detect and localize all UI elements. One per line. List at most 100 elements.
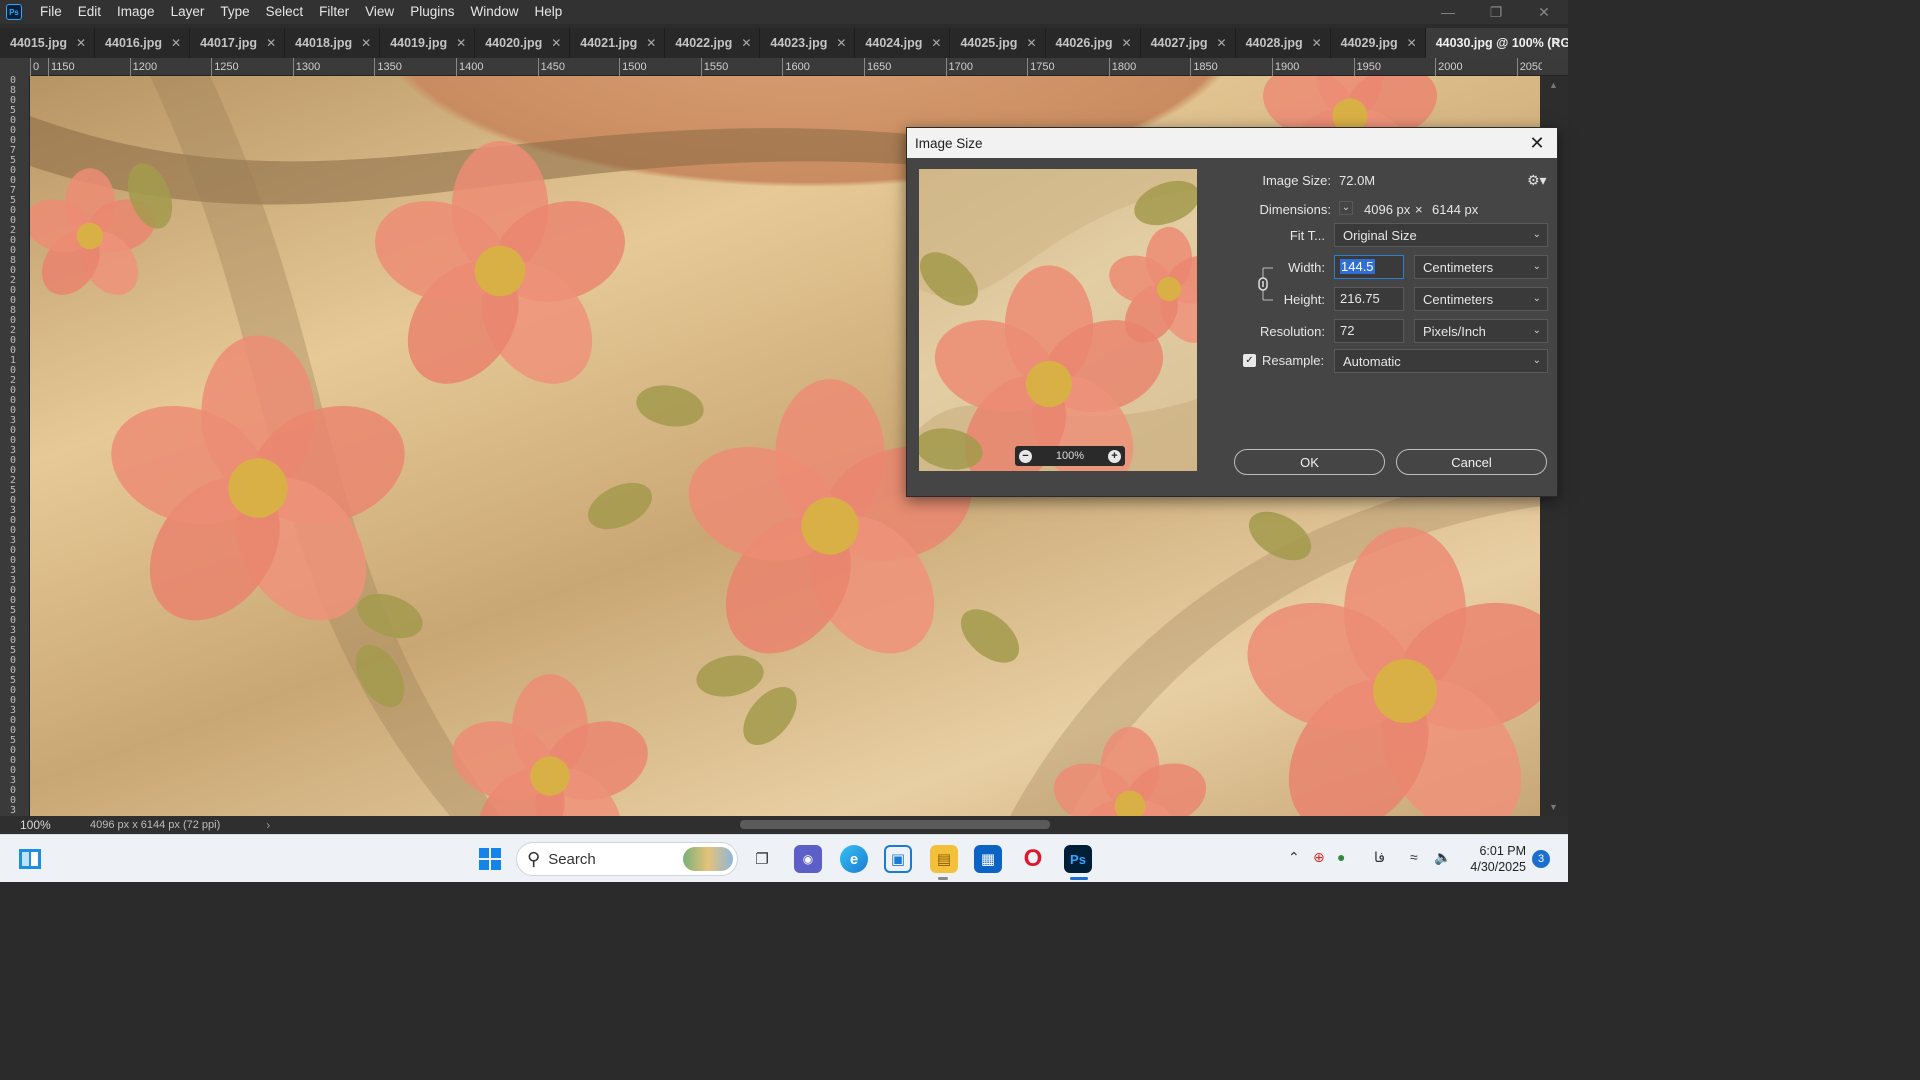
tab-close-icon[interactable]: ✕ [1026, 36, 1036, 50]
wifi-icon[interactable]: ≈ [1410, 849, 1418, 865]
document-tab[interactable]: 44018.jpg ✕ [285, 28, 381, 58]
document-tab[interactable]: 44022.jpg ✕ [665, 28, 761, 58]
fit-to-select[interactable]: Original Size ⌄ [1334, 223, 1548, 247]
scroll-up-icon[interactable]: ▲ [1549, 80, 1558, 90]
edge-icon[interactable]: e [840, 845, 868, 873]
windows-taskbar: ⚲ Search ❐ ◉ e ▣ ▤ ▦ O Ps ⌃ ⊕ ● فا ≈ 🔈 6… [0, 834, 1568, 882]
snipping-tool-icon[interactable]: ▣ [884, 845, 912, 873]
vpn-icon[interactable]: ⊕ [1313, 849, 1325, 866]
menu-select[interactable]: Select [258, 0, 312, 24]
volume-muted-icon[interactable]: 🔈 [1434, 849, 1451, 866]
ruler-tick-label: 2000 [1435, 58, 1517, 76]
resample-value: Automatic [1343, 354, 1401, 369]
height-unit-select[interactable]: Centimeters ⌄ [1414, 287, 1548, 311]
globe-icon[interactable]: ● [1337, 849, 1345, 865]
tab-label: 44018.jpg [295, 36, 353, 50]
document-tab[interactable]: 44023.jpg ✕ [760, 28, 856, 58]
tab-close-icon[interactable]: ✕ [646, 36, 656, 50]
menu-image[interactable]: Image [109, 0, 163, 24]
minimize-icon[interactable]: — [1424, 0, 1472, 24]
restore-icon[interactable]: ❐ [1472, 0, 1520, 24]
photoshop-taskbar-icon[interactable]: Ps [1064, 845, 1092, 873]
resample-label: Resample: [1262, 353, 1325, 368]
document-info[interactable]: 4096 px x 6144 px (72 ppi) [90, 819, 220, 831]
resample-select[interactable]: Automatic ⌄ [1334, 349, 1548, 373]
width-input[interactable]: 144.5 [1334, 255, 1404, 279]
tab-close-icon[interactable]: ✕ [551, 36, 561, 50]
menu-plugins[interactable]: Plugins [402, 0, 462, 24]
document-tab[interactable]: 44019.jpg ✕ [380, 28, 476, 58]
document-tab[interactable]: 44028.jpg ✕ [1236, 28, 1331, 58]
width-unit-select[interactable]: Centimeters ⌄ [1414, 255, 1548, 279]
document-tab[interactable]: 44016.jpg ✕ [95, 28, 191, 58]
document-tab[interactable]: 44030.jpg @ 100% (RGB/8#)✕ [1425, 28, 1568, 58]
tab-close-icon[interactable]: ✕ [266, 36, 276, 50]
tab-close-icon[interactable]: ✕ [361, 36, 371, 50]
chevron-down-icon: ⌄ [1532, 261, 1541, 272]
menu-file[interactable]: File [32, 0, 70, 24]
zoom-in-icon[interactable]: + [1107, 449, 1121, 463]
taskbar-search[interactable]: ⚲ Search [516, 842, 738, 876]
gear-icon[interactable]: ⚙▾ [1527, 172, 1547, 189]
menu-type[interactable]: Type [212, 0, 257, 24]
width-label: Width: [1288, 260, 1325, 275]
tab-overflow-icon[interactable]: » [1552, 33, 1560, 50]
show-hidden-icons[interactable]: ⌃ [1288, 849, 1300, 866]
ruler-tick-label: 1750 [1027, 58, 1109, 76]
tab-close-icon[interactable]: ✕ [1407, 36, 1417, 50]
tab-label: 44022.jpg [675, 36, 733, 50]
tab-close-icon[interactable]: ✕ [836, 36, 846, 50]
document-tab[interactable]: 44029.jpg ✕ [1331, 28, 1426, 58]
store-icon[interactable]: ▦ [974, 845, 1002, 873]
task-view-icon[interactable]: ❐ [748, 845, 776, 873]
tab-close-icon[interactable]: ✕ [931, 36, 941, 50]
height-input[interactable]: 216.75 [1334, 287, 1404, 311]
document-tab[interactable]: 44025.jpg ✕ [950, 28, 1046, 58]
document-tab[interactable]: 44020.jpg ✕ [475, 28, 571, 58]
tab-close-icon[interactable]: ✕ [456, 36, 466, 50]
image-preview[interactable]: − 100% + [919, 169, 1197, 471]
system-clock[interactable]: 6:01 PM 4/30/2025 [1466, 843, 1526, 875]
dimensions-dropdown-icon[interactable]: ⌄ [1339, 201, 1353, 215]
resolution-unit-select[interactable]: Pixels/Inch ⌄ [1414, 319, 1548, 343]
start-icon[interactable] [476, 845, 504, 873]
menu-help[interactable]: Help [526, 0, 570, 24]
menu-window[interactable]: Window [462, 0, 526, 24]
photoshop-logo: Ps [6, 4, 22, 20]
tab-close-icon[interactable]: ✕ [1122, 36, 1132, 50]
tab-close-icon[interactable]: ✕ [1217, 36, 1227, 50]
ok-button[interactable]: OK [1234, 449, 1385, 475]
notification-badge[interactable]: 3 [1532, 850, 1550, 868]
zoom-level[interactable]: 100% [0, 818, 80, 832]
document-tab[interactable]: 44026.jpg ✕ [1046, 28, 1141, 58]
widgets-icon[interactable] [16, 845, 44, 873]
tab-close-icon[interactable]: ✕ [171, 36, 181, 50]
scroll-down-icon[interactable]: ▼ [1549, 802, 1558, 812]
zoom-out-icon[interactable]: − [1019, 449, 1032, 463]
document-tab[interactable]: 44021.jpg ✕ [570, 28, 666, 58]
opera-icon[interactable]: O [1019, 845, 1047, 873]
resample-checkbox[interactable]: ✓ [1243, 354, 1256, 367]
menu-edit[interactable]: Edit [70, 0, 109, 24]
tab-close-icon[interactable]: ✕ [741, 36, 751, 50]
close-window-icon[interactable]: ✕ [1520, 0, 1568, 24]
menu-layer[interactable]: Layer [163, 0, 213, 24]
document-tab[interactable]: 44015.jpg ✕ [0, 28, 96, 58]
teams-icon[interactable]: ◉ [794, 845, 822, 873]
document-tab[interactable]: 44027.jpg ✕ [1141, 28, 1236, 58]
tab-close-icon[interactable]: ✕ [1312, 36, 1322, 50]
menu-filter[interactable]: Filter [311, 0, 357, 24]
resolution-input[interactable]: 72 [1334, 319, 1404, 343]
document-tab[interactable]: 44017.jpg ✕ [190, 28, 286, 58]
document-tab[interactable]: 44024.jpg ✕ [855, 28, 951, 58]
horizontal-scrollbar[interactable] [258, 818, 1538, 830]
scrollbar-thumb[interactable] [740, 820, 1050, 829]
file-explorer-icon[interactable]: ▤ [930, 845, 958, 873]
ruler-tick-label: 1300 [292, 58, 375, 76]
menu-view[interactable]: View [357, 0, 402, 24]
tab-close-icon[interactable]: ✕ [76, 36, 86, 50]
cancel-button[interactable]: Cancel [1396, 449, 1547, 475]
dialog-close-icon[interactable]: ✕ [1525, 131, 1549, 155]
clock-time: 6:01 PM [1479, 844, 1526, 858]
language-indicator[interactable]: فا [1374, 849, 1385, 866]
